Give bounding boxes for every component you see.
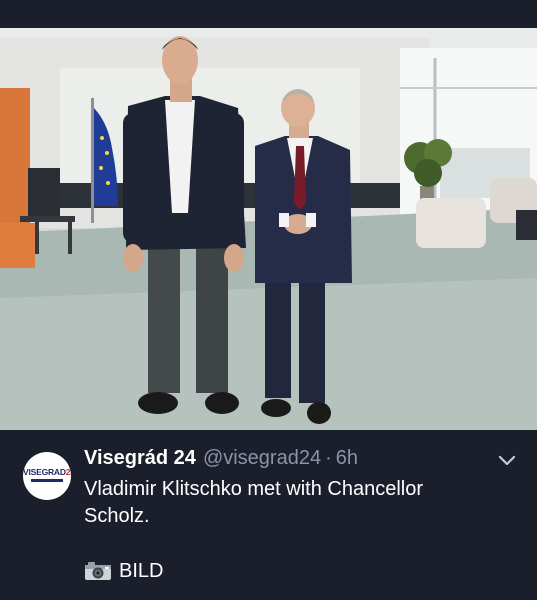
photo-illustration [0,28,537,430]
tweet-text-line-2: Scholz. [84,505,150,527]
tweet-card: VISEGRAD24 Visegrád 24 @visegrad24 · 6h … [0,430,537,600]
timestamp[interactable]: 6h [336,447,358,470]
source-line: BILD [84,558,163,584]
chevron-down-icon[interactable] [497,453,517,469]
tweet-text-line-1: Vladimir Klitschko met with Chancellor [84,478,424,500]
tweet-text: Vladimir Klitschko met with Chancellor S… [84,476,504,530]
source-label: BILD [119,559,164,582]
user-handle[interactable]: @visegrad24 [203,447,321,470]
tweet-header: Visegrád 24 @visegrad24 · 6h [84,447,358,473]
avatar-logo-bar [31,479,63,482]
avatar[interactable]: VISEGRAD24 [23,452,71,500]
tweet-photo[interactable] [0,28,537,430]
camera-icon [85,562,111,580]
separator-dot: · [325,447,332,469]
top-bar [0,0,537,28]
avatar-logo-text: VISEGRAD24 [23,467,71,477]
display-name[interactable]: Visegrád 24 [84,447,196,470]
